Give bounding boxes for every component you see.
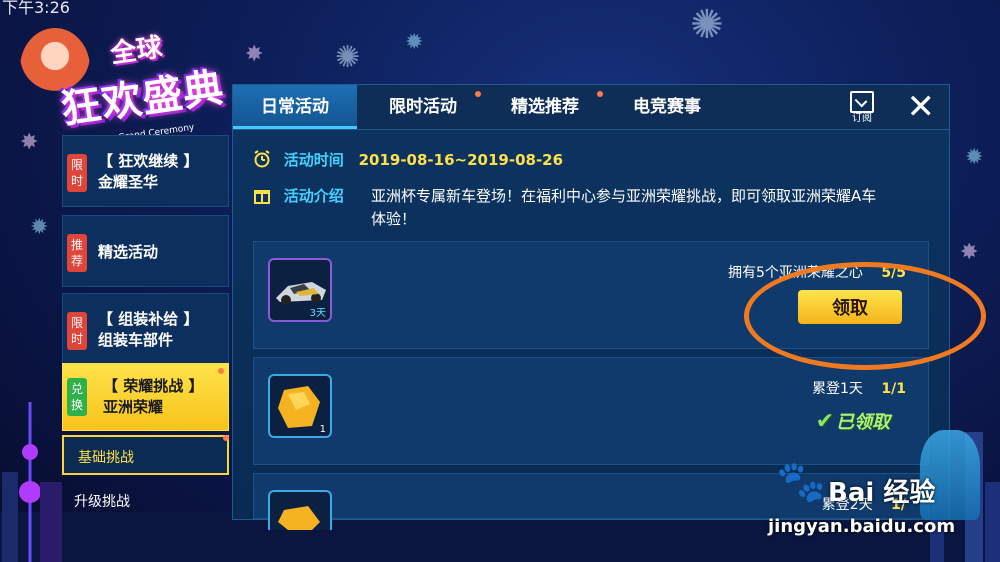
sidebar-subitem-label: 基础挑战: [78, 450, 134, 466]
notification-dot: [597, 91, 603, 97]
tab-label: 精选推荐: [511, 97, 579, 117]
sidebar-subitem-upgrade-challenge[interactable]: 升级挑战: [62, 481, 229, 521]
tab-esports[interactable]: 电竞赛事: [617, 85, 717, 129]
sidebar-item-label: 【 荣耀挑战 】 亚洲荣耀: [103, 377, 204, 416]
sidebar-subitem-label: 升级挑战: [74, 494, 130, 510]
sidebar-item-glory-challenge[interactable]: 兑换 【 荣耀挑战 】 亚洲荣耀: [62, 363, 229, 431]
tab-daily[interactable]: 日常活动: [233, 85, 357, 129]
firework-icon: ✸: [245, 42, 264, 67]
recommend-badge: 推荐: [67, 234, 87, 272]
sidebar-item-label: 【 狂欢继续 】 金耀圣华: [98, 152, 199, 191]
reward-duration: 3天: [309, 308, 326, 319]
limited-badge: 限时: [67, 312, 87, 350]
event-logo: 全球 狂欢盛典 Grand Ceremony: [20, 18, 245, 143]
sidebar-item-label: 【 组装补给 】 组装车部件: [98, 310, 199, 349]
reward-item[interactable]: 1: [268, 374, 332, 438]
firework-icon: ✹: [405, 30, 424, 55]
exchange-badge: 兑换: [67, 378, 87, 416]
baidu-watermark: 🐾 Bai 经验 jingyan.baidu.com: [768, 452, 998, 552]
paw-icon: 🐾: [776, 459, 826, 505]
task-progress: 1/1: [881, 381, 906, 397]
activity-intro-label: 活动介绍: [283, 187, 344, 205]
reward-item[interactable]: 3天: [268, 258, 332, 322]
activity-intro-row: 活动介绍: [253, 185, 344, 206]
tab-featured[interactable]: 精选推荐: [495, 85, 603, 129]
check-icon: ✔: [815, 409, 834, 434]
firework-icon: ✹: [965, 145, 984, 170]
firework-icon: ✺: [690, 2, 724, 48]
activity-time-value: 2019-08-16~2019-08-26: [358, 151, 564, 169]
reward-quantity: 1: [319, 424, 326, 435]
notification-dot: [475, 91, 481, 97]
firework-icon: ✹: [30, 215, 49, 240]
subscribe-icon: [850, 91, 874, 113]
activity-time-row: 活动时间 2019-08-16~2019-08-26: [253, 149, 563, 170]
alarm-clock-icon: [254, 150, 270, 168]
subscribe-label: 订阅: [852, 113, 872, 124]
task-requirement-text: 累登1天: [812, 381, 863, 397]
sidebar-item-label: 精选活动: [98, 243, 159, 261]
status-time: 下午3:26: [2, 0, 70, 17]
firework-icon: ✺: [335, 40, 361, 75]
notification-dot: [218, 368, 224, 374]
activity-time-label: 活动时间: [283, 151, 344, 169]
sidebar-subitem-basic-challenge[interactable]: 基础挑战: [62, 435, 229, 475]
sidebar-item-carnival[interactable]: 限时 【 狂欢继续 】 金耀圣华: [62, 135, 229, 207]
task-row: 1 累登1天 1/1 ✔ 已领取: [253, 357, 929, 465]
claimed-status: ✔ 已领取: [816, 408, 890, 434]
tab-limited[interactable]: 限时活动: [373, 85, 481, 129]
task-requirement: 累登1天 1/1: [812, 378, 906, 398]
activity-sidebar: 限时 【 狂欢继续 】 金耀圣华 推荐 精选活动 限时 【 组装补给 】 组装车…: [62, 135, 229, 520]
gold-gem-icon: [278, 506, 320, 530]
watermark-url: jingyan.baidu.com: [768, 516, 956, 537]
annotation-circle: [744, 262, 986, 370]
close-button[interactable]: ✕: [907, 89, 936, 125]
watermark-brand: Bai 经验: [828, 478, 936, 508]
subscribe-button[interactable]: 订阅: [847, 91, 877, 125]
limited-badge: 限时: [67, 154, 87, 192]
claimed-label: 已领取: [836, 412, 890, 433]
activity-intro-text: 亚洲杯专属新车登场！在福利中心参与亚洲荣耀挑战，即可领取亚洲荣耀A车体验！: [371, 187, 877, 228]
gift-icon: [254, 190, 270, 204]
sidebar-item-featured[interactable]: 推荐 精选活动: [62, 215, 229, 287]
tab-label: 限时活动: [389, 97, 457, 117]
notification-dot: [223, 435, 229, 441]
firework-icon: ✸: [960, 240, 979, 265]
tab-bar: 日常活动 限时活动 精选推荐 电竞赛事 订阅 ✕: [233, 85, 949, 130]
sidebar-item-assembly[interactable]: 限时 【 组装补给 】 组装车部件: [62, 293, 229, 365]
reward-item[interactable]: [268, 490, 332, 530]
